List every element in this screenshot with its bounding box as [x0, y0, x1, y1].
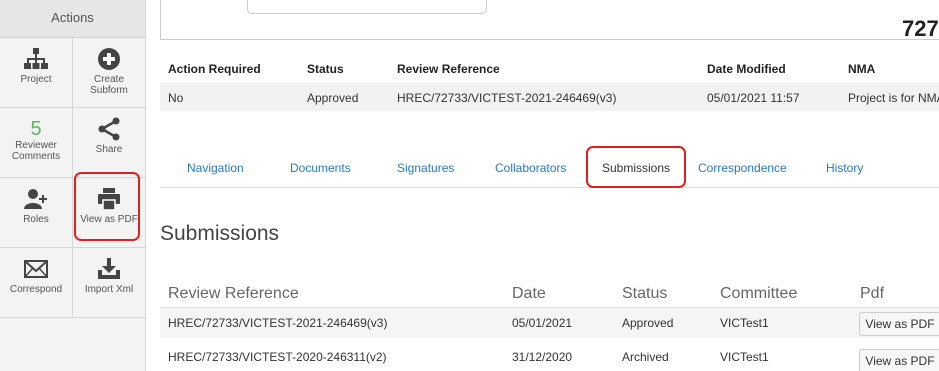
highlight-view-as-pdf: [74, 172, 140, 241]
row-review-reference: HREC/72733/VICTEST-2020-246311(v2): [168, 350, 387, 364]
row-committee: VICTest1: [720, 316, 769, 330]
sidebar-item-share[interactable]: Share: [73, 108, 146, 178]
tab-history[interactable]: History: [826, 161, 863, 175]
tab-correspondence[interactable]: Correspondence: [698, 161, 787, 175]
column-header-status: Status: [622, 285, 668, 302]
envelope-icon: [24, 260, 48, 278]
highlight-submissions-tab: [586, 146, 686, 188]
row-date: 31/12/2020: [512, 350, 573, 364]
sidebar-item-label: Correspond: [9, 284, 63, 295]
column-header-date: Date: [512, 285, 546, 302]
summary-header-status: Status: [307, 62, 344, 76]
tab-signatures[interactable]: Signatures: [397, 161, 454, 175]
column-header-review-reference: Review Reference: [168, 285, 299, 302]
sidebar-item-import-xml[interactable]: Import Xml: [73, 248, 146, 318]
tab-documents[interactable]: Documents: [290, 161, 351, 175]
sidebar-title: Actions: [0, 0, 145, 38]
sidebar-item-label: Create Subform: [90, 74, 128, 96]
summary-action-required: No: [168, 91, 184, 105]
row-status: Approved: [622, 316, 674, 330]
summary-header-action-required: Action Required: [168, 62, 261, 76]
sidebar-item-label: Share: [95, 144, 123, 155]
summary-header-nma: NMA: [848, 62, 876, 76]
add-user-icon: [24, 189, 47, 209]
summary-review-reference: HREC/72733/VICTEST-2021-246469(v3): [397, 91, 617, 105]
sitemap-icon: [24, 48, 48, 69]
summary-status: Approved: [307, 91, 359, 105]
header-input-stub: [247, 0, 487, 14]
sidebar-item-label: Reviewer Comments: [11, 140, 61, 162]
project-number: 727: [902, 16, 939, 41]
tab-navigation[interactable]: Navigation: [187, 161, 244, 175]
row-committee: VICTest1: [720, 350, 769, 364]
sidebar-item-label: Import Xml: [84, 284, 134, 295]
tab-collaborators[interactable]: Collaborators: [495, 161, 566, 175]
project-header: 727: [160, 0, 939, 41]
sidebar-item-correspond[interactable]: Correspond: [0, 248, 73, 318]
row-status: Archived: [622, 350, 669, 364]
sidebar-item-label: Roles: [23, 214, 49, 225]
column-header-pdf: Pdf: [860, 285, 885, 302]
sidebar-item-create-subform[interactable]: Create Subform: [73, 38, 146, 108]
column-header-committee: Committee: [720, 285, 798, 302]
row-review-reference: HREC/72733/VICTEST-2021-246469(v3): [168, 316, 388, 330]
view-as-pdf-button[interactable]: View as PDF: [859, 349, 939, 371]
sidebar-item-roles[interactable]: Roles: [0, 178, 73, 248]
tab-divider: [160, 187, 939, 188]
summary-header-date-modified: Date Modified: [707, 62, 786, 76]
plus-circle-icon: [98, 48, 120, 70]
row-date: 05/01/2021: [512, 316, 573, 330]
sidebar-item-label: Project: [20, 74, 52, 85]
summary-header-review-reference: Review Reference: [397, 62, 500, 76]
share-icon: [98, 117, 120, 141]
submissions-title: Submissions: [160, 222, 280, 245]
summary-nma: Project is for NMA: [848, 91, 939, 105]
view-as-pdf-button[interactable]: View as PDF: [859, 312, 939, 336]
import-icon: [98, 258, 120, 279]
summary-date-modified: 05/01/2021 11:57: [707, 91, 800, 105]
reviewer-comments-count: 5: [30, 118, 42, 140]
sidebar-item-project[interactable]: Project: [0, 38, 73, 108]
sidebar-item-reviewer-comments[interactable]: 5 Reviewer Comments: [0, 108, 73, 178]
